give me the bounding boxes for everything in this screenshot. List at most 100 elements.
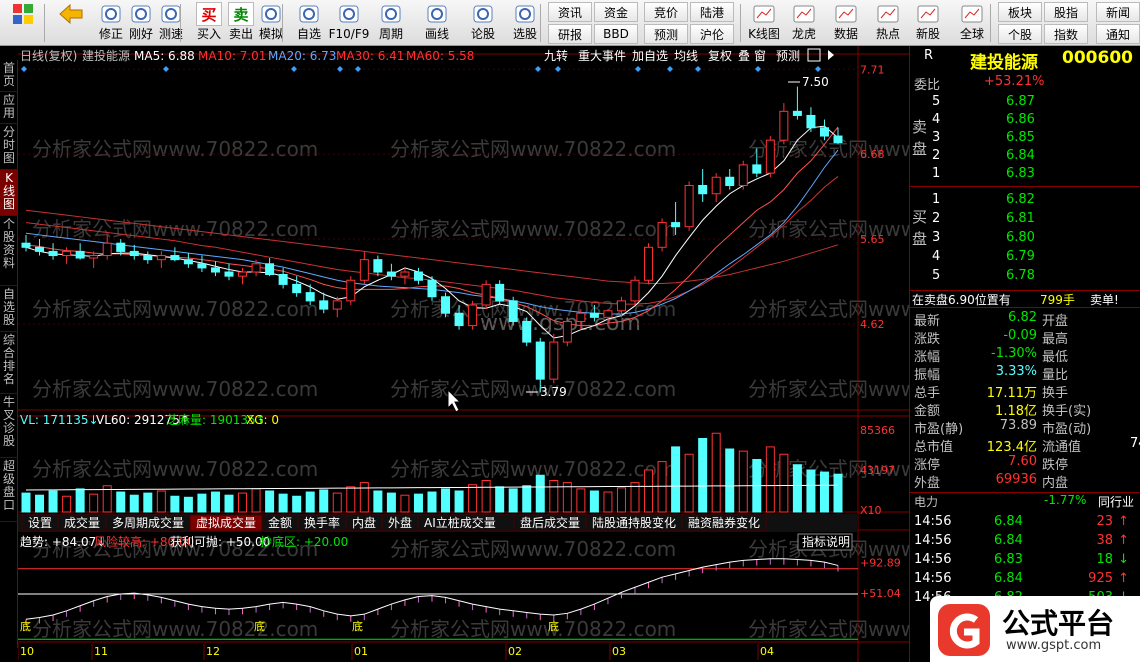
stopwatch-button[interactable]: 测速 (152, 2, 190, 44)
globe-button[interactable]: 全球 (952, 2, 992, 44)
volume-bar (292, 495, 302, 513)
candle (427, 276, 437, 301)
kline-chart-area[interactable]: 日线(复权) 建投能源 MA5: 6.88 MA10: 7.01 MA20: 6.73 M… (18, 46, 909, 662)
event-marker-icon[interactable] (667, 66, 673, 72)
indicator-tab[interactable]: 成交量 (64, 515, 100, 530)
sidebar-tab[interactable]: 超级盘口 (0, 458, 18, 522)
sell-price[interactable]: 6.84 (1006, 148, 1035, 163)
chart-tool-button[interactable]: 均线 (674, 49, 698, 63)
pen-button[interactable]: 画线 (418, 2, 456, 44)
quick-link[interactable]: 资讯 (548, 2, 592, 22)
indicator-tab[interactable]: 金额 (268, 515, 292, 530)
kline-button[interactable]: K线图 (744, 2, 784, 44)
hot-button[interactable]: 热点 (868, 2, 908, 44)
buy-price[interactable]: 6.79 (1006, 249, 1035, 264)
buy-price[interactable]: 6.81 (1006, 211, 1035, 226)
chart-tool-button[interactable]: 重大事件 (578, 49, 626, 63)
discuss-button[interactable]: 论股 (464, 2, 502, 44)
quick-link[interactable]: 陆港 (690, 2, 734, 22)
sidebar-tab[interactable]: 牛叉诊股 (0, 394, 18, 458)
pe-button[interactable]: 数据 (826, 2, 866, 44)
sidebar-tab[interactable]: K线图 (0, 170, 18, 216)
indicator-tab[interactable]: 盘后成交量 (520, 515, 580, 530)
chart-tool-button[interactable]: 叠 (738, 49, 750, 63)
volume-bar (21, 492, 31, 513)
event-marker-icon[interactable] (21, 66, 27, 72)
quick-link[interactable]: 股指 (1044, 2, 1088, 22)
chart-tool-button[interactable]: 复权 (708, 49, 732, 63)
chart-tool-button[interactable]: 加自选 (632, 49, 668, 63)
quick-link[interactable]: 沪伦 (690, 24, 734, 44)
indicator-tab[interactable]: 内盘 (352, 515, 376, 530)
quick-link[interactable]: 竞价 (644, 2, 688, 22)
sidebar-tab[interactable]: 应用 (0, 92, 18, 124)
select-stock-button[interactable]: 选股 (506, 2, 544, 44)
candle (495, 280, 505, 305)
quote-row: 涨停 7.60 跌停 (910, 454, 1140, 473)
chart-tool-button[interactable]: 九转 (544, 48, 568, 63)
back-arrow-button[interactable] (52, 2, 90, 44)
expand-icon[interactable] (828, 50, 834, 60)
sidebar-tab[interactable]: 分时图 (0, 124, 18, 170)
f10-button[interactable]: F10/F9 (329, 2, 369, 44)
quick-link[interactable]: 新闻 (1096, 2, 1140, 22)
windows-grid-button[interactable] (4, 2, 42, 44)
level: 5 (932, 268, 941, 283)
indicator-tab[interactable]: 换手率 (304, 515, 340, 530)
lock-icon[interactable] (807, 48, 821, 62)
event-marker-icon[interactable] (755, 66, 761, 72)
sell-price[interactable]: 6.85 (1006, 130, 1035, 145)
watchlist-button[interactable]: 自选 (290, 2, 328, 44)
sell-price[interactable]: 6.87 (1006, 94, 1035, 109)
stat-value: 17.11万 (986, 386, 1037, 401)
event-marker-icon[interactable] (163, 66, 169, 72)
indicator-tab[interactable]: 融资融券变化 (688, 515, 760, 530)
quick-link[interactable]: 指数 (1044, 24, 1088, 44)
indicator-tab[interactable]: 多周期成交量 (112, 515, 184, 530)
hammer-button[interactable]: 模拟 (252, 2, 290, 44)
cycle-button[interactable]: 周期 (372, 2, 410, 44)
quick-link[interactable]: 板块 (998, 2, 1042, 22)
quick-link[interactable]: 资金 (594, 2, 638, 22)
indicator-tab[interactable]: 设置 (28, 516, 52, 530)
indicator-tab[interactable]: 外盘 (388, 515, 412, 530)
toolbar-quick-links: 资讯 资金 研报 BBD (548, 2, 638, 44)
sidebar-tab[interactable]: 个股资料 (0, 216, 18, 286)
buy-price[interactable]: 6.78 (1006, 268, 1035, 283)
event-marker-icon[interactable] (815, 66, 821, 72)
volume-bar (35, 494, 45, 513)
event-marker-icon[interactable] (355, 66, 361, 72)
same-industry-button[interactable]: 同行业 (1098, 493, 1134, 510)
new-stock-button[interactable]: 新股 (908, 2, 948, 44)
chart-tool-button[interactable]: 预测 (776, 49, 800, 63)
watermark: 分析家公式网www.70822.com (390, 137, 676, 161)
sell-price[interactable]: 6.86 (1006, 112, 1035, 127)
indicator-tab[interactable]: 虚拟成交量 (196, 515, 256, 530)
quote-row: 5 6.78 (910, 268, 1140, 286)
buy-price[interactable]: 6.80 (1006, 230, 1035, 245)
quick-link[interactable]: 个股 (998, 24, 1042, 44)
quick-link[interactable]: BBD (594, 24, 638, 44)
dragon-tiger-button[interactable]: 龙虎 (784, 2, 824, 44)
quick-link[interactable]: 预测 (644, 24, 688, 44)
event-marker-icon[interactable] (555, 66, 561, 72)
quick-link[interactable]: 通知 (1096, 24, 1140, 44)
volume-bar (522, 485, 532, 513)
quote-row: 14:56 6.83 18 ↓ (910, 552, 1140, 570)
sidebar-tab[interactable]: 自选股 (0, 286, 18, 332)
indicator-tab[interactable]: 陆股通持股变化 (592, 515, 676, 530)
chart-tool-button[interactable]: 窗 (754, 49, 766, 63)
indicator-help-button[interactable]: 指标说明 (802, 534, 850, 549)
sidebar-tab[interactable]: 综合排名 (0, 332, 18, 394)
sell-price[interactable]: 6.83 (1006, 166, 1035, 181)
buy-price[interactable]: 6.82 (1006, 192, 1035, 207)
event-marker-icon[interactable] (635, 66, 641, 72)
event-marker-icon[interactable] (291, 66, 297, 72)
quick-link[interactable]: 研报 (548, 24, 592, 44)
indicator-tab[interactable]: AI立桩成交量 (424, 515, 496, 530)
event-marker-icon[interactable] (337, 66, 343, 72)
sidebar-tab[interactable]: 首页 (0, 60, 18, 92)
sector-name[interactable]: 电力 (914, 493, 938, 510)
event-marker-icon[interactable] (535, 66, 541, 72)
event-marker-icon[interactable] (695, 66, 701, 72)
